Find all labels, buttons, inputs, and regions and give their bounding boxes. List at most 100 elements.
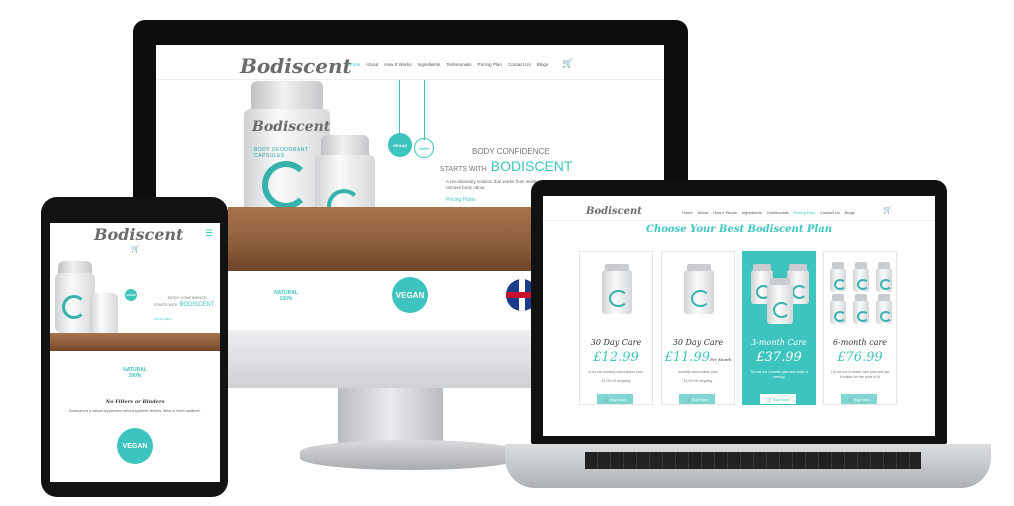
plan-shipping: £1.99 UK shipping (683, 379, 713, 383)
hanging-string (399, 80, 400, 135)
vegan-hang-badge: VEGAN (388, 133, 412, 157)
plan-price-value: £11.99 (664, 350, 711, 365)
plan-card-3-month: 3-month Care £37.99 Try out our 3-month … (742, 251, 816, 405)
plan-buy-button[interactable]: 🛒 Buy Now (597, 394, 633, 404)
hanging-string-2 (424, 80, 425, 140)
plan-card-6-month: 6-month care £76.99 Try out our 6-month … (823, 251, 897, 405)
plan-jar-image (853, 294, 869, 324)
plan-price: £11.99Per Month (662, 350, 734, 365)
plan-jar-image (853, 262, 869, 292)
laptop-nav-contact-us[interactable]: Contact Us (820, 210, 840, 215)
plan-price: £37.99 (756, 350, 802, 365)
desktop-logo[interactable]: Bodiscent (240, 54, 352, 78)
tablet-natural-badge: NATURAL 100% (116, 360, 154, 386)
responsive-mockup-scene: Bodiscent Home About How It Works Ingred… (0, 0, 1014, 506)
plan-desc-text: monthly subscription plan (678, 370, 718, 374)
pricing-section-title: Choose Your Best Bodiscent Plan (646, 224, 832, 235)
tablet-hero-link[interactable]: Pricing Plans (154, 317, 172, 321)
tablet-vegan-hang-badge: VEGAN (125, 289, 137, 301)
monitor-stand-neck (338, 388, 443, 448)
plan-jar-image (876, 262, 892, 292)
tablet-logo[interactable]: Bodiscent (94, 225, 183, 244)
tablet-cart-icon[interactable]: 🛒 (131, 245, 140, 253)
hero-kicker: BODY CONFIDENCE (472, 147, 550, 156)
plan-shipping: £1.99 UK shipping (601, 379, 631, 383)
laptop-nav-about[interactable]: About (698, 210, 708, 215)
tablet-vegan-badge: VEGAN (117, 428, 153, 464)
tablet-screen: Bodiscent ☰ 🛒 VEGAN BODY CONFIDENCE STAR… (50, 223, 220, 482)
hero-headline: STARTS WITH BODISCENT (440, 158, 572, 174)
badge-percent-text: 100% (279, 296, 293, 302)
laptop-nav-testimonials[interactable]: Testimonials (767, 210, 789, 215)
plan-jar-image (767, 278, 793, 324)
buy-label: Buy Now (692, 396, 709, 402)
nav-blogs[interactable]: Blogs (537, 62, 549, 67)
tablet-badge-percent: 100% (128, 373, 142, 379)
laptop-nav-blogs[interactable]: Blogs (845, 210, 855, 215)
plan-buy-button[interactable]: 🛒 Buy Now (841, 394, 877, 404)
plan-card-30-day-subscription: 30 Day Care £11.99Per Month monthly subs… (661, 251, 735, 405)
tablet-hero-kicker: BODY CONFIDENCE (168, 295, 207, 300)
tablet-swirl (62, 295, 86, 319)
laptop-nav-how-it-works[interactable]: How It Works (713, 210, 737, 215)
plan-jar-image (602, 264, 632, 314)
nav-testimonials[interactable]: Testimonials (446, 62, 471, 67)
cart-icon[interactable]: 🛒 (562, 58, 573, 69)
jar-small-cap (321, 135, 369, 157)
jar-large-cap (251, 81, 323, 111)
laptop-nav: Home About How It Works Ingredients Test… (682, 210, 855, 215)
plan-jar-image (684, 264, 714, 314)
plan-title: 3-month Care (751, 338, 807, 347)
nav-ingredients[interactable]: Ingredients (418, 62, 441, 67)
laptop-cart-icon[interactable]: 🛒 (883, 206, 892, 214)
monitor-stand-base (300, 440, 520, 470)
plan-buy-button[interactable]: 🛒 Buy Now (679, 394, 715, 404)
plan-desc-text: or try our monthly subscription plan. (588, 370, 644, 374)
laptop-logo[interactable]: Bodiscent (586, 206, 642, 217)
plan-title: 30 Day Care (590, 338, 642, 347)
buy-label: Buy Now (610, 396, 627, 402)
plan-description: or try our monthly subscription plan. £1… (586, 370, 646, 384)
nav-pricing-plan[interactable]: Pricing Plan (478, 62, 503, 67)
plan-title: 6-month care (832, 338, 888, 347)
plan-jar-image (830, 262, 846, 292)
laptop-nav-ingredients[interactable]: Ingredients (742, 210, 762, 215)
plan-jar-image (876, 294, 892, 324)
nav-about[interactable]: About (366, 62, 378, 67)
hero-starts: STARTS WITH (440, 166, 487, 173)
tablet-no-fillers-body: Bodiscent is a natural supplement withou… (69, 409, 201, 413)
plan-description: monthly subscription plan £1.99 UK shipp… (668, 370, 728, 384)
tablet-no-fillers-heading: No Fillers or Binders (105, 399, 165, 405)
tablet-hero-brand: BODISCENT (179, 302, 215, 308)
swirl-logo (262, 161, 310, 209)
vegan-badge: VEGAN (392, 277, 428, 313)
hero-brand: BODISCENT (490, 158, 573, 174)
hamburger-menu-icon[interactable]: ☰ (205, 228, 213, 239)
nav-contact-us[interactable]: Contact Us (508, 62, 531, 67)
tablet-jar-small (90, 293, 118, 337)
desktop-nav: Home About How It Works Ingredients Test… (348, 62, 548, 67)
tablet-jar-large (55, 273, 95, 333)
tablet-wood-shelf (50, 333, 220, 351)
plan-description: Try out our 3-month plan and make a savi… (750, 370, 808, 379)
laptop-nav-home[interactable]: Home (682, 210, 693, 215)
laptop-screen: Bodiscent Home About How It Works Ingred… (543, 196, 935, 436)
hero-pricing-link[interactable]: Pricing Plans (446, 197, 475, 203)
plan-card-30-day: 30 Day Care £12.99 or try our monthly su… (579, 251, 653, 405)
plan-description: Try out our 6-month care plan and get 6 … (830, 370, 890, 379)
nav-how-it-works[interactable]: How It Works (384, 62, 411, 67)
laptop-header-divider (543, 220, 935, 221)
natural-100-badge: NATURAL 100% (270, 281, 302, 311)
plan-title: 30 Day Care (672, 338, 724, 347)
header-divider (156, 79, 664, 80)
tablet-hero-headline: STARTS WITH BODISCENT (154, 302, 214, 308)
plan-price: £76.99 (837, 350, 883, 365)
tablet-hero-starts: STARTS WITH (154, 303, 178, 307)
plan-buy-button[interactable]: 🛒 Buy Now (760, 394, 796, 404)
plan-jar-image (830, 294, 846, 324)
plan-price-per: Per Month (710, 357, 732, 362)
nav-home[interactable]: Home (348, 62, 360, 67)
laptop-nav-pricing-plan[interactable]: Pricing Plan (794, 210, 815, 215)
jar-label-brand: Bodiscent (252, 119, 331, 135)
buy-label: Buy Now (773, 396, 790, 402)
